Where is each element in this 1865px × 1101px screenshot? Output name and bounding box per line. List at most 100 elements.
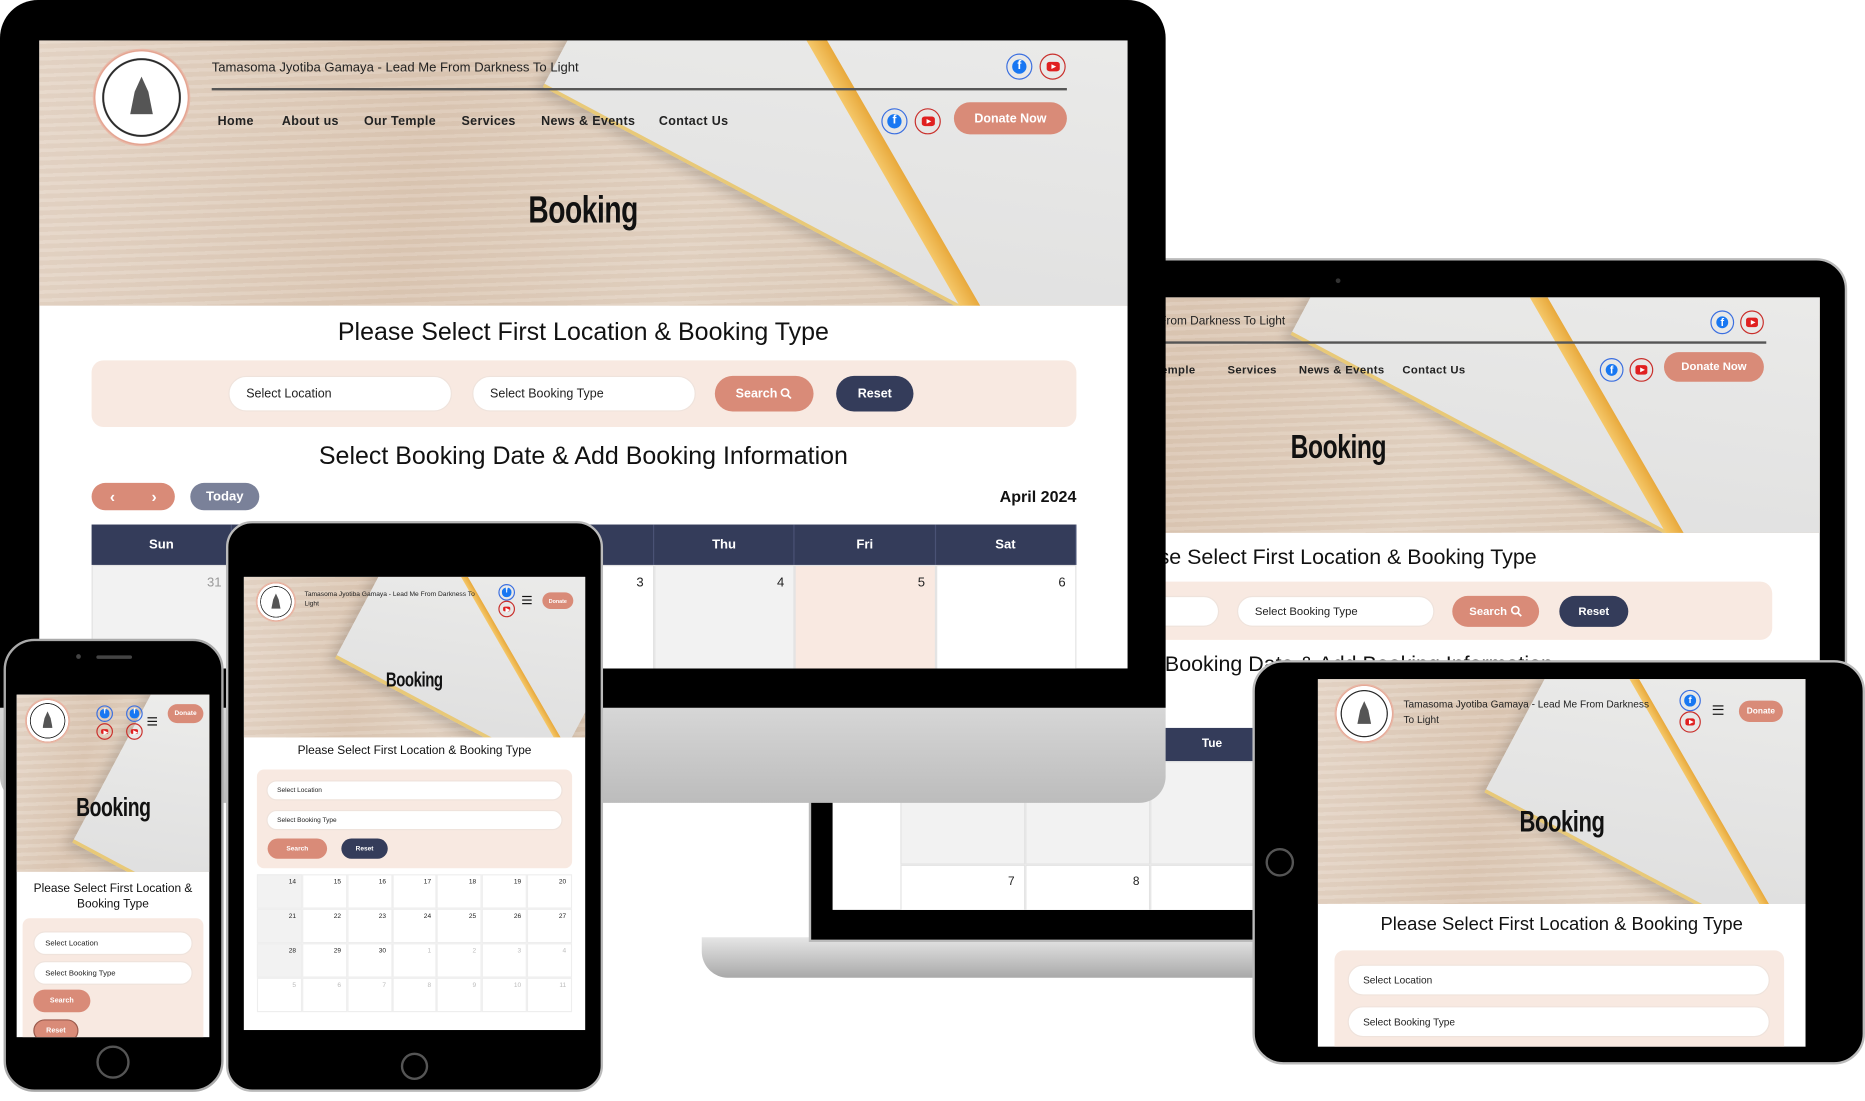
page-title-text: Booking [528, 187, 639, 231]
day-cell[interactable]: 7 [346, 977, 393, 1013]
facebook-icon[interactable]: f [1599, 358, 1624, 382]
search-label: Search [1469, 604, 1508, 618]
facebook-icon[interactable]: f [881, 108, 908, 135]
location-select[interactable]: Select Location [266, 780, 563, 801]
day-cell[interactable]: 23 [346, 908, 393, 944]
day-cell[interactable]: 22 [301, 908, 347, 944]
booking-type-select[interactable]: Select Booking Type [1236, 595, 1435, 627]
day-cell[interactable]: 27 [527, 908, 573, 944]
home-button[interactable] [400, 1052, 429, 1080]
nav-about[interactable]: About us [282, 114, 339, 128]
day-cell[interactable]: 8 [392, 977, 438, 1013]
hamburger-menu-icon[interactable] [522, 595, 532, 605]
youtube-icon[interactable] [914, 108, 941, 135]
youtube-icon[interactable] [1740, 310, 1764, 335]
day-cell[interactable]: 2 [437, 943, 483, 978]
search-button[interactable]: Search [714, 375, 814, 412]
day-cell[interactable]: 24 [392, 908, 438, 944]
donate-button[interactable]: Donate Now [1663, 352, 1764, 382]
booking-type-select[interactable]: Select Booking Type [472, 375, 696, 412]
logo[interactable] [26, 699, 69, 743]
reset-button[interactable]: Reset [1559, 595, 1629, 627]
day-cell[interactable]: 7 [900, 864, 1026, 910]
logo[interactable] [1335, 685, 1393, 743]
nav-services[interactable]: Services [1227, 364, 1276, 377]
day-cell[interactable]: 14 [256, 874, 302, 909]
facebook-icon[interactable]: f [1710, 310, 1735, 335]
booking-type-select[interactable]: Select Booking Type [33, 961, 193, 985]
day-cell[interactable]: 9 [437, 977, 483, 1013]
day-cell[interactable]: 6 [301, 977, 347, 1013]
day-cell[interactable]: 26 [482, 908, 528, 944]
nav-news-events[interactable]: News & Events [1299, 364, 1385, 377]
nav-contact[interactable]: Contact Us [1402, 364, 1465, 377]
logo[interactable] [93, 49, 190, 146]
location-select[interactable]: Select Location [1347, 964, 1770, 996]
day-cell[interactable]: 11 [527, 977, 573, 1013]
home-button[interactable] [96, 1045, 130, 1079]
search-button[interactable]: Search [1452, 595, 1540, 627]
booking-type-select[interactable]: Select Booking Type [1347, 1006, 1770, 1038]
location-select[interactable]: Select Location [33, 931, 193, 956]
donate-button[interactable]: Donate [1738, 700, 1783, 722]
day-cell[interactable]: 21 [256, 908, 302, 944]
nav-services[interactable]: Services [461, 114, 515, 128]
facebook-icon[interactable]: f [1006, 53, 1033, 80]
day-cell[interactable]: 18 [437, 874, 483, 909]
day-cell[interactable]: 17 [392, 874, 438, 909]
youtube-icon[interactable] [126, 723, 143, 740]
chevron-right-icon[interactable]: › [151, 488, 156, 506]
day-cell[interactable]: 20 [527, 874, 573, 909]
youtube-icon[interactable] [1039, 53, 1066, 80]
tagline: Tamasoma Jyotiba Gamaya - Lead Me From D… [211, 60, 579, 75]
logo[interactable] [256, 582, 295, 621]
hamburger-menu-icon[interactable] [147, 717, 158, 726]
day-cell[interactable]: 5 [256, 977, 302, 1013]
youtube-icon[interactable] [1679, 711, 1701, 733]
search-button[interactable]: Search [33, 989, 91, 1013]
day-cell[interactable]: 1 [392, 943, 438, 978]
youtube-icon[interactable] [96, 723, 113, 740]
booking-type-select[interactable]: Select Booking Type [266, 809, 563, 831]
day-cell[interactable]: 16 [346, 874, 393, 909]
day-cell[interactable]: 25 [437, 908, 483, 944]
chevron-left-icon[interactable]: ‹ [110, 488, 115, 506]
day-cell[interactable]: 4 [654, 564, 796, 669]
donate-button[interactable]: Donate Now [953, 102, 1067, 135]
day-cell[interactable]: 8 [1025, 864, 1151, 910]
youtube-icon[interactable] [1629, 358, 1654, 382]
reset-button[interactable]: Reset [341, 838, 388, 859]
day-cell[interactable]: 3 [482, 943, 528, 978]
day-cell[interactable]: 15 [301, 874, 347, 909]
location-select[interactable]: Select Location [228, 375, 452, 412]
donate-button[interactable]: Donate [542, 592, 574, 609]
day-cell[interactable]: 10 [482, 977, 528, 1013]
facebook-icon[interactable]: f [126, 705, 143, 722]
home-button[interactable] [1265, 848, 1295, 877]
day-cell[interactable]: 28 [256, 943, 302, 978]
nav-contact[interactable]: Contact Us [659, 114, 729, 128]
reset-button[interactable]: Reset [836, 375, 914, 412]
phone-speaker [96, 655, 133, 659]
facebook-icon[interactable]: f [96, 705, 113, 722]
nav-home[interactable]: Home [218, 114, 254, 128]
day-cell[interactable]: 4 [527, 943, 573, 978]
donate-button[interactable]: Donate [167, 704, 204, 724]
nav-temple[interactable]: Our Temple [364, 114, 436, 128]
day-cell[interactable]: 30 [346, 943, 393, 978]
laptop-camera [1335, 278, 1341, 284]
search-button[interactable]: Search [267, 838, 328, 859]
day-cell[interactable]: 29 [301, 943, 347, 978]
facebook-icon[interactable]: f [1679, 689, 1701, 712]
reset-button[interactable]: Reset [33, 1019, 79, 1038]
day-cell[interactable]: 5 [795, 564, 936, 669]
prev-next-group: ‹ › [91, 482, 175, 511]
weekday-header: Fri [795, 524, 936, 565]
today-button[interactable]: Today [190, 482, 260, 511]
day-cell[interactable]: 6 [935, 564, 1077, 669]
youtube-icon[interactable] [498, 600, 516, 618]
facebook-icon[interactable]: f [498, 584, 516, 601]
day-cell[interactable]: 19 [482, 874, 528, 909]
hamburger-menu-icon[interactable] [1712, 705, 1724, 715]
nav-news-events[interactable]: News & Events [541, 114, 635, 128]
